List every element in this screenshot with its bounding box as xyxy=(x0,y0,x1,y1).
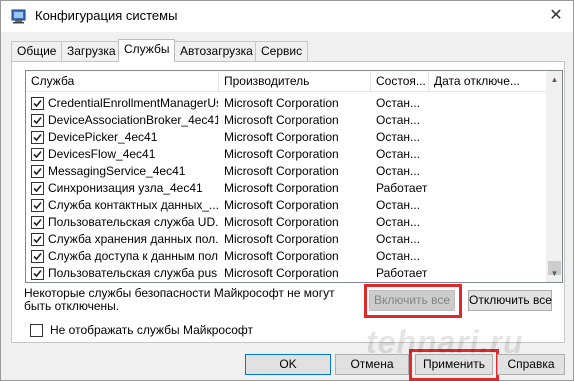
enable-all-highlight xyxy=(364,284,462,318)
msconfig-app-icon xyxy=(11,9,26,24)
service-vendor: Microsoft Corporation xyxy=(224,266,339,280)
service-name: MessagingService_4ec41 xyxy=(48,164,186,178)
tab-tools[interactable]: Сервис xyxy=(255,41,309,61)
check-icon xyxy=(33,201,42,210)
service-row[interactable]: Пользовательская служба UD... Microsoft C… xyxy=(26,214,546,231)
service-status: Остан... xyxy=(376,96,420,110)
tab-services[interactable]: Службы xyxy=(118,39,176,62)
ok-button[interactable]: OK xyxy=(245,354,331,375)
service-name: DevicePicker_4ec41 xyxy=(48,130,158,144)
check-icon xyxy=(33,150,42,159)
service-vendor: Microsoft Corporation xyxy=(224,96,339,110)
service-status: Работает xyxy=(376,181,428,195)
services-list[interactable]: Служба Производитель Состоя... Дата откл… xyxy=(25,70,563,283)
service-status: Работает xyxy=(376,266,428,280)
service-status: Остан... xyxy=(376,164,420,178)
service-status: Остан... xyxy=(376,113,420,127)
tab-boot[interactable]: Загрузка xyxy=(61,41,122,61)
service-row[interactable]: CredentialEnrollmentManagerUs... Microsof… xyxy=(26,95,546,112)
service-name: Служба доступа к данным пол... xyxy=(48,249,218,263)
service-row[interactable]: DevicesFlow_4ec41 Microsoft Corporation Ос… xyxy=(26,146,546,163)
check-icon xyxy=(33,269,42,278)
service-name: DeviceAssociationBroker_4ec41 xyxy=(48,113,218,127)
service-name: DevicesFlow_4ec41 xyxy=(48,147,156,161)
service-name: Пользовательская служба UD... xyxy=(48,215,218,229)
service-row[interactable]: DeviceAssociationBroker_4ec41 Microsoft C… xyxy=(26,112,546,129)
hide-microsoft-services-checkbox[interactable] xyxy=(30,324,43,337)
service-row[interactable]: Служба доступа к данным пол... Microsoft … xyxy=(26,248,546,265)
service-vendor: Microsoft Corporation xyxy=(224,249,339,263)
column-header-status[interactable]: Состоя... xyxy=(371,71,429,92)
check-icon xyxy=(33,218,42,227)
service-status: Остан... xyxy=(376,130,420,144)
service-checkbox[interactable] xyxy=(31,148,44,161)
service-checkbox[interactable] xyxy=(31,233,44,246)
scroll-down-icon[interactable]: ▼ xyxy=(546,265,562,282)
security-note: Некоторые службы безопасности Майкрософт… xyxy=(24,286,335,313)
service-vendor: Microsoft Corporation xyxy=(224,232,339,246)
title-bar[interactable]: Конфигурация системы ✕ xyxy=(1,1,573,32)
service-status: Остан... xyxy=(376,249,420,263)
service-status: Остан... xyxy=(376,147,420,161)
window-title: Конфигурация системы xyxy=(35,8,178,23)
check-icon xyxy=(33,235,42,244)
service-checkbox[interactable] xyxy=(31,97,44,110)
check-icon xyxy=(33,167,42,176)
column-header-disabled-date[interactable]: Дата отключе... xyxy=(429,71,546,92)
service-row[interactable]: Служба хранения данных пол... Microsoft C… xyxy=(26,231,546,248)
close-icon[interactable]: ✕ xyxy=(543,4,569,28)
column-header-service[interactable]: Служба xyxy=(26,71,219,92)
service-row[interactable]: Синхронизация узла_4ec41 Microsoft Corpor… xyxy=(26,180,546,197)
service-vendor: Microsoft Corporation xyxy=(224,147,339,161)
service-checkbox[interactable] xyxy=(31,250,44,263)
service-vendor: Microsoft Corporation xyxy=(224,198,339,212)
service-vendor: Microsoft Corporation xyxy=(224,181,339,195)
service-vendor: Microsoft Corporation xyxy=(224,130,339,144)
service-status: Остан... xyxy=(376,215,420,229)
service-status: Остан... xyxy=(376,232,420,246)
service-name: Служба хранения данных пол... xyxy=(48,232,218,246)
service-name: CredentialEnrollmentManagerUs... xyxy=(48,96,218,110)
service-name: Служба контактных данных_... xyxy=(48,198,218,212)
check-icon xyxy=(33,133,42,142)
service-status: Остан... xyxy=(376,198,420,212)
vertical-scrollbar[interactable]: ▲ ▼ xyxy=(546,71,562,282)
service-row[interactable]: DevicePicker_4ec41 Microsoft Corporation О… xyxy=(26,129,546,146)
check-icon xyxy=(33,116,42,125)
service-checkbox[interactable] xyxy=(31,216,44,229)
tab-general[interactable]: Общие xyxy=(11,41,63,61)
service-row[interactable]: Служба контактных данных_... Microsoft Co… xyxy=(26,197,546,214)
service-name: Пользовательская служба pus... xyxy=(48,266,218,280)
check-icon xyxy=(33,184,42,193)
system-configuration-window: Конфигурация системы ✕ Общие Загрузка Сл… xyxy=(0,0,574,381)
service-row[interactable]: MessagingService_4ec41 Microsoft Corporat… xyxy=(26,163,546,180)
service-checkbox[interactable] xyxy=(31,131,44,144)
tab-startup[interactable]: Автозагрузка xyxy=(174,41,259,61)
service-vendor: Microsoft Corporation xyxy=(224,113,339,127)
check-icon xyxy=(33,99,42,108)
site-watermark: tehnari.ru xyxy=(366,324,524,360)
service-checkbox[interactable] xyxy=(31,114,44,127)
service-checkbox[interactable] xyxy=(31,199,44,212)
service-vendor: Microsoft Corporation xyxy=(224,215,339,229)
check-icon xyxy=(33,252,42,261)
services-panel: Служба Производитель Состоя... Дата откл… xyxy=(11,61,565,343)
list-header: Служба Производитель Состоя... Дата откл… xyxy=(26,71,546,92)
service-name: Синхронизация узла_4ec41 xyxy=(48,181,203,195)
disable-all-button[interactable]: Отключить все xyxy=(468,290,552,311)
column-header-vendor[interactable]: Производитель xyxy=(219,71,371,92)
scroll-up-icon[interactable]: ▲ xyxy=(546,71,562,88)
service-row[interactable]: Пользовательская служба pus... Microsoft … xyxy=(26,265,546,282)
service-checkbox[interactable] xyxy=(31,182,44,195)
hide-microsoft-services-label: Не отображать службы Майкрософт xyxy=(50,323,254,337)
service-checkbox[interactable] xyxy=(31,165,44,178)
service-checkbox[interactable] xyxy=(31,267,44,280)
service-vendor: Microsoft Corporation xyxy=(224,164,339,178)
